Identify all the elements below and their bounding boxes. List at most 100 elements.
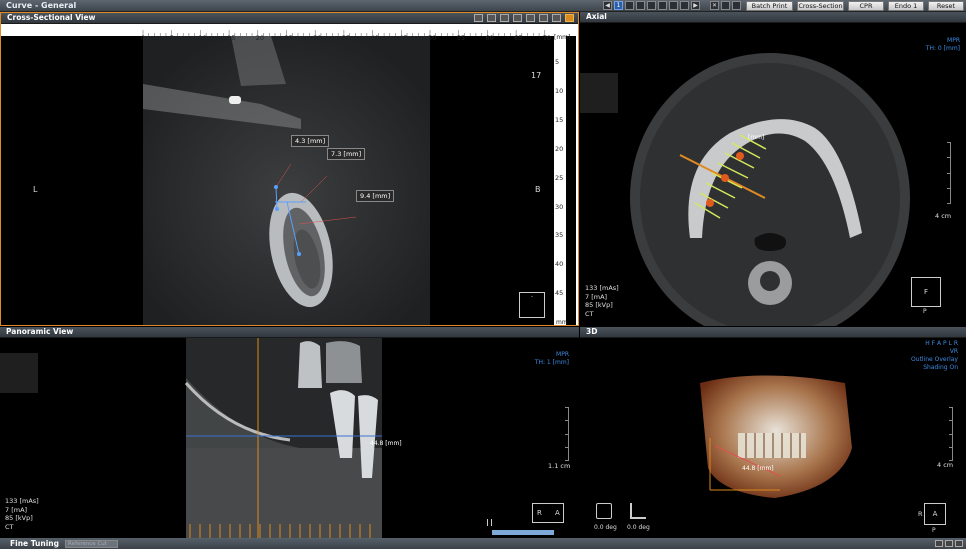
panoramic-cube-a: A [555, 509, 560, 517]
reference-cut-dropdown[interactable]: Reference Cut [65, 540, 118, 548]
panoramic-ma: 7 [mA] [5, 505, 28, 514]
view3d-cube-r: R [918, 510, 923, 518]
ruler-top-label: 10 [198, 34, 207, 42]
view3d-cube-a: A [932, 510, 938, 518]
bottom-icon-2[interactable] [945, 540, 953, 547]
layout-icon-4[interactable] [658, 1, 667, 10]
ruler-top-label: 70 [542, 34, 552, 42]
panoramic-panel[interactable]: Panoramic View 44.8 [mm] MPR TH: 1 [mm] … [0, 327, 579, 538]
ruler-unit-bottom: mm [556, 319, 568, 326]
axial-thickness: TH: 0 [mm] [925, 45, 960, 52]
ruler-right-label: 5 [555, 58, 560, 66]
ruler-right-label: 25 [555, 173, 564, 182]
close-icon[interactable]: ✕ [710, 1, 719, 10]
ruler-right: 5 10 15 20 25 30 35 40 45 [554, 36, 566, 325]
rotate-horizontal-icon[interactable] [596, 503, 612, 519]
tool-icon-3[interactable] [500, 14, 509, 22]
tool-icon-5[interactable] [526, 14, 535, 22]
view3d-orientation-cube-icon[interactable]: A [924, 503, 946, 525]
ruler-top-label: 5 [169, 34, 174, 42]
panoramic-scalebar [563, 407, 569, 461]
tool-icon-6[interactable] [539, 14, 548, 22]
maximize-icon[interactable] [565, 14, 574, 22]
view3d-orient: H F A P L R [925, 340, 958, 347]
ruler-top-label: 65 [514, 34, 523, 42]
view3d-vr: VR [949, 348, 958, 355]
slider-handle-icon[interactable] [487, 519, 492, 526]
axial-orientation-cube-icon[interactable]: F [911, 277, 941, 307]
panoramic-cube-r: R [537, 509, 542, 517]
axial-mas: 133 [mAs] [585, 284, 619, 292]
axial-scalebar [945, 142, 951, 204]
reset-button[interactable]: Reset [928, 1, 964, 11]
axial-mode: MPR [947, 37, 960, 44]
axial-implant-label: [mm] [748, 134, 765, 141]
axial-ma: 7 [mA] [585, 292, 608, 301]
tool-icon-7[interactable] [552, 14, 561, 22]
tool-icon-2[interactable] [487, 14, 496, 22]
page-nav: ◀ 1 ▶ ✕ [603, 1, 741, 10]
bottom-icon-3[interactable] [955, 540, 963, 547]
prev-icon[interactable]: ◀ [603, 1, 612, 10]
tool-icon-1[interactable] [474, 14, 483, 22]
ruler-top-label: 45 [399, 34, 408, 42]
panoramic-image[interactable] [0, 338, 579, 538]
view3d-title: 3D [586, 327, 598, 336]
view3d-measurement: 44.8 [mm] [742, 465, 774, 472]
axial-title: Axial [586, 12, 607, 21]
ruler-top-label: 60 [485, 34, 494, 42]
ruler-right-label: 30 [555, 202, 564, 211]
ruler-top-label: 20 [255, 34, 265, 42]
grid-icon[interactable] [721, 1, 730, 10]
deg1-label: 0.0 deg [594, 524, 617, 531]
page-number[interactable]: 1 [614, 1, 623, 10]
panoramic-scale-label: 1.1 cm [548, 462, 571, 470]
ruler-top-label: 0 [141, 34, 146, 42]
fine-tuning-title: Fine Tuning [10, 539, 59, 548]
measurement-label-2[interactable]: 7.3 [mm] [327, 148, 366, 160]
cpr-button[interactable]: CPR [848, 1, 884, 11]
cross-section-button[interactable]: Cross-Section [797, 1, 844, 11]
top-toolbar: Curve - General ◀ 1 ▶ ✕ Batch Print Cros… [0, 0, 966, 12]
bottom-icon-1[interactable] [935, 540, 943, 547]
batch-print-button[interactable]: Batch Print [746, 1, 793, 11]
cross-section-image[interactable] [1, 24, 579, 326]
window-icon[interactable] [732, 1, 741, 10]
axial-panel[interactable]: Axial [mm] MPR TH: 0 [mm] 4 cm 133 [mAs]… [580, 12, 966, 326]
bottom-bar: Fine Tuning Reference Cut [0, 538, 966, 549]
axial-cube-sub: P [923, 308, 927, 315]
cross-section-header: Cross-Sectional View [1, 13, 578, 24]
layout-icon-2[interactable] [636, 1, 645, 10]
layout-icon-6[interactable] [680, 1, 689, 10]
ruler-right-label: 35 [555, 231, 564, 240]
panoramic-orientation-cube-icon[interactable]: R A [532, 503, 564, 523]
view3d-header: 3D [580, 327, 966, 338]
layout-icon-3[interactable] [647, 1, 656, 10]
endo-button[interactable]: Endo 1 [888, 1, 924, 11]
cross-section-title: Cross-Sectional View [7, 13, 96, 22]
ruler-right-label: 40 [555, 260, 564, 269]
orientation-cube-icon[interactable]: · [519, 292, 545, 318]
axial-image[interactable] [580, 23, 966, 326]
right-orientation-label: B [535, 185, 541, 194]
deg2-label: 0.0 deg [627, 524, 650, 531]
layout-icon-5[interactable] [669, 1, 678, 10]
cross-section-panel[interactable]: Cross-Sectional View 0 5 10 15 20 25 30 … [0, 12, 579, 326]
next-icon[interactable]: ▶ [691, 1, 700, 10]
ruler-top-label: 50 [428, 34, 437, 42]
view3d-scale-label: 4 cm [937, 461, 954, 469]
measurement-label-3[interactable]: 9.4 [mm] [356, 190, 395, 202]
view3d-panel[interactable]: 3D 44.8 [mm] H F A P L R VR Outline Over… [580, 327, 966, 538]
view3d-scalebar [947, 407, 953, 461]
measurement-label-1[interactable]: 4.3 [mm] [291, 135, 330, 147]
panoramic-mas: 133 [mAs] [5, 497, 39, 505]
rotate-vertical-icon[interactable] [630, 503, 646, 519]
panoramic-modality: CT [5, 522, 14, 531]
axial-cube-label: F [923, 288, 929, 296]
panoramic-title: Panoramic View [6, 327, 74, 336]
ruler-top-label: 40 [370, 34, 379, 42]
ruler-top-label: 35 [341, 34, 351, 42]
axial-modality: CT [585, 309, 594, 318]
tool-icon-4[interactable] [513, 14, 522, 22]
layout-icon-1[interactable] [625, 1, 634, 10]
